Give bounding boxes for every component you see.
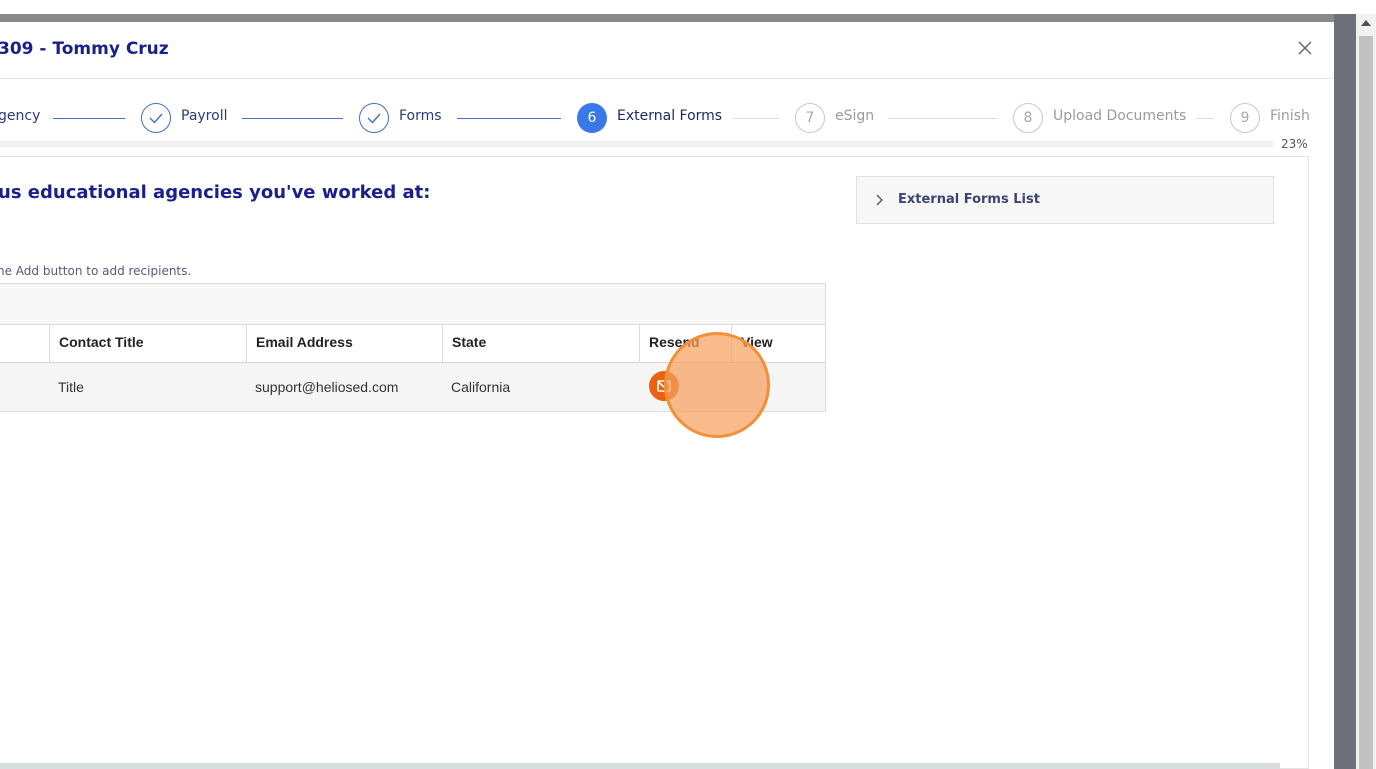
- step-connector: [1196, 118, 1214, 119]
- scrollbar-thumb[interactable]: [1359, 36, 1373, 769]
- step-forms-check-icon[interactable]: [359, 103, 389, 133]
- step-connector: [457, 118, 561, 119]
- progress-bar: [0, 141, 1273, 147]
- step-external-forms-label[interactable]: External Forms: [617, 108, 722, 124]
- external-forms-list-label: External Forms List: [898, 192, 1040, 207]
- step-upload-documents-circle[interactable]: 8: [1013, 103, 1043, 133]
- section-heading: us educational agencies you've worked at…: [0, 182, 431, 203]
- browser-backdrop-top: [0, 0, 1376, 14]
- step-payroll-label[interactable]: Payroll: [181, 108, 227, 124]
- modal-header: 309 - Tommy Cruz: [0, 22, 1334, 79]
- column-header-email-address[interactable]: Email Address: [246, 325, 442, 362]
- cell-email-address: support@heliosed.com: [255, 379, 399, 395]
- modal-overlay: [1334, 14, 1356, 769]
- step-external-forms-circle[interactable]: 6: [577, 103, 607, 133]
- step-number: 8: [1023, 110, 1033, 126]
- step-number: 6: [587, 110, 597, 126]
- close-icon[interactable]: [1296, 39, 1314, 57]
- cell-state: California: [451, 379, 511, 395]
- step-agency-label[interactable]: gency: [0, 108, 40, 124]
- step-upload-documents-label[interactable]: Upload Documents: [1053, 108, 1186, 124]
- step-connector: [242, 118, 343, 119]
- step-forms-label[interactable]: Forms: [399, 108, 442, 124]
- content-panel: [0, 156, 1309, 769]
- horizontal-scrollbar[interactable]: [0, 763, 1280, 769]
- page-scrollbar[interactable]: [1356, 14, 1376, 769]
- cell-contact-title: Title: [58, 379, 84, 395]
- step-connector: [732, 118, 779, 119]
- instruction-text: he Add button to add recipients.: [0, 264, 192, 278]
- chevron-right-icon: [876, 194, 883, 206]
- step-number: 7: [805, 110, 815, 126]
- progress-percent: 23%: [1281, 137, 1308, 151]
- step-finish-label[interactable]: Finish: [1270, 108, 1310, 124]
- table-toolbar: [0, 284, 825, 325]
- step-finish-circle[interactable]: 9: [1230, 103, 1260, 133]
- step-number: 9: [1240, 110, 1250, 126]
- column-header-state[interactable]: State: [442, 325, 639, 362]
- step-payroll-check-icon[interactable]: [141, 103, 171, 133]
- stepper: gency Payroll Forms 6 External Forms 7 e…: [0, 100, 1334, 140]
- step-connector: [888, 118, 997, 119]
- modal-title: 309 - Tommy Cruz: [0, 39, 169, 59]
- step-esign-circle[interactable]: 7: [795, 103, 825, 133]
- click-highlight-indicator: [664, 332, 770, 438]
- step-esign-label[interactable]: eSign: [835, 108, 874, 124]
- step-connector: [53, 118, 125, 119]
- external-forms-list-collapsible[interactable]: External Forms List: [856, 176, 1274, 224]
- scroll-up-arrow-icon[interactable]: [1361, 20, 1371, 26]
- column-header-contact-title[interactable]: Contact Title: [49, 325, 246, 362]
